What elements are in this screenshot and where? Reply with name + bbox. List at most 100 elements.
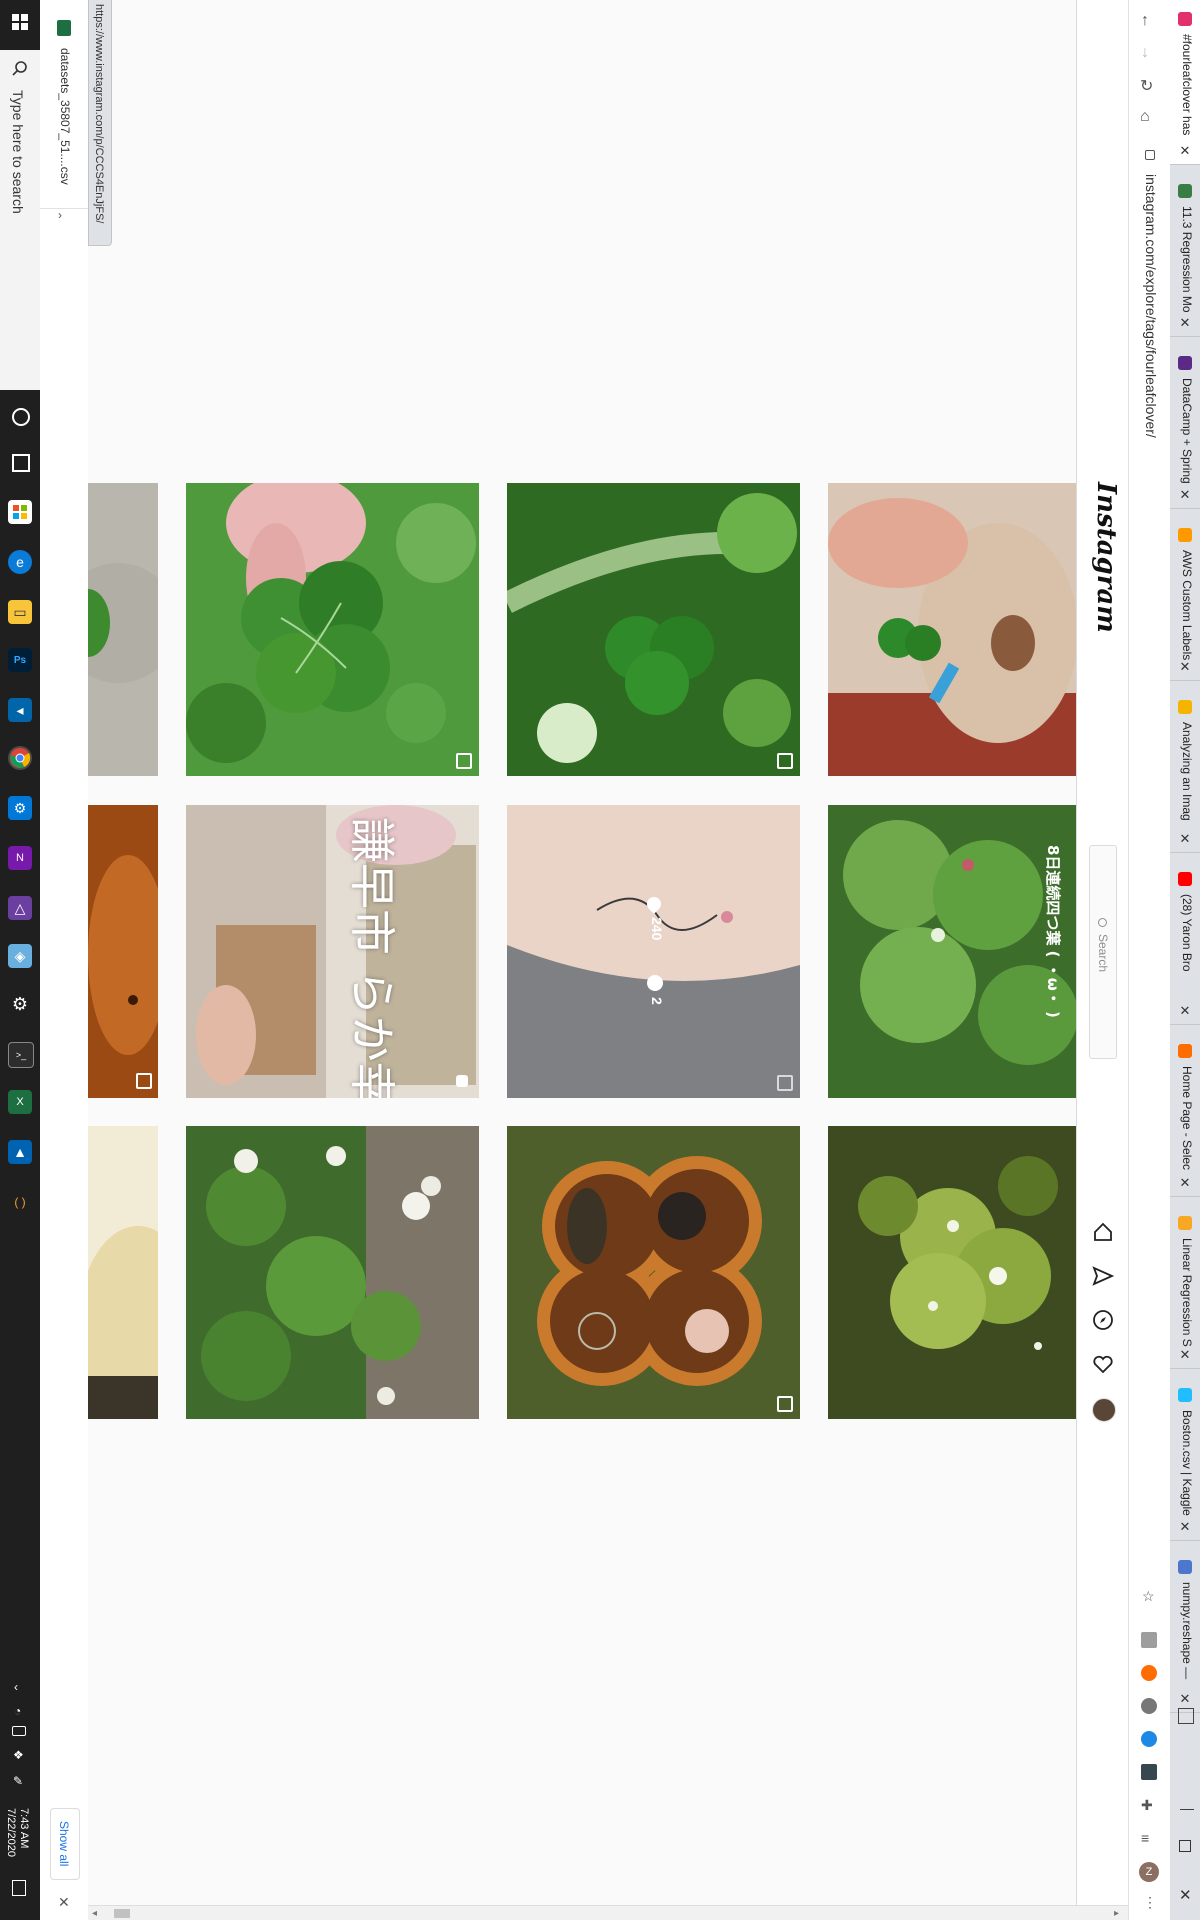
post-tile-clover-dish[interactable] — [507, 1126, 800, 1419]
store-icon[interactable] — [8, 500, 32, 524]
taskbar-search-box[interactable]: Type here to search — [0, 50, 41, 390]
extension-icon-3[interactable] — [1141, 1698, 1157, 1714]
photos-icon[interactable]: ▲ — [8, 1140, 32, 1164]
tab-close-icon[interactable]: ✕ — [1178, 1176, 1192, 1190]
task-view-icon[interactable] — [12, 454, 30, 472]
carousel-icon — [777, 753, 793, 769]
download-chevron-icon[interactable]: › — [58, 208, 62, 222]
post-tile-market-video[interactable]: 謙早市 らか幸盛賞 — [186, 805, 479, 1098]
extension-icon-1[interactable] — [1141, 1632, 1157, 1648]
settings-gear-app-icon[interactable]: ⚙ — [8, 796, 32, 820]
start-button[interactable] — [10, 12, 30, 32]
tab-close-icon[interactable]: ✕ — [1178, 1348, 1192, 1362]
address-bar[interactable]: instagram.com/explore/tags/fourleafclove… — [1133, 140, 1167, 1604]
show-all-button[interactable]: Show all — [50, 1808, 80, 1880]
horizontal-scrollbar[interactable]: ◂ ▸ — [88, 1905, 1128, 1920]
post-tile-clover-flowers[interactable] — [186, 1126, 479, 1419]
menu-kebab-icon[interactable]: ⋮ — [1143, 1894, 1157, 1911]
taskbar-clock[interactable]: 7:43 AM 7/22/2020 — [4, 1808, 30, 1857]
extension-icon-4[interactable] — [1141, 1731, 1157, 1747]
brackets-icon[interactable]: ( ) — [8, 1190, 32, 1214]
tab-2[interactable]: 11.3 Regression Mo ✕ — [1170, 172, 1200, 337]
bookmark-star-icon[interactable]: ☆ — [1142, 1588, 1155, 1605]
profile-avatar[interactable] — [1092, 1398, 1116, 1422]
post-image — [507, 1126, 800, 1419]
home-button[interactable]: ⌂ — [1140, 108, 1150, 126]
notification-center-icon[interactable] — [12, 1880, 26, 1896]
tab-favicon — [1178, 1044, 1192, 1058]
tab-close-icon[interactable]: ✕ — [1178, 316, 1192, 330]
post-overlay-text-2: 8日連続四つ葉 ( ・ω・ ) — [1044, 845, 1062, 1018]
anaconda-icon[interactable]: △ — [8, 896, 32, 920]
tab-close-icon[interactable]: ✕ — [1178, 1692, 1192, 1706]
tab-close-icon[interactable]: ✕ — [1178, 832, 1192, 846]
tab-10[interactable]: numpy.reshape — ✕ — [1170, 1548, 1200, 1713]
dropbox-icon[interactable]: ❖ — [13, 1748, 24, 1762]
tab-close-icon[interactable]: ✕ — [1178, 1520, 1192, 1534]
scrollbar-thumb[interactable] — [114, 1909, 130, 1918]
tab-close-icon[interactable]: ✕ — [1178, 488, 1192, 502]
settings-icon[interactable]: ⚙ — [8, 992, 32, 1016]
extension-icon-2[interactable] — [1141, 1665, 1157, 1681]
post-tile-clover-teddy[interactable] — [828, 483, 1076, 776]
post-tile-wrist-tattoo[interactable]: 240 2 — [507, 805, 800, 1098]
tab-close-icon[interactable]: ✕ — [1178, 660, 1192, 674]
close-download-bar-icon[interactable]: ✕ — [58, 1894, 70, 1911]
restore-button[interactable] — [1179, 1840, 1191, 1852]
post-image — [507, 483, 800, 776]
edge-icon[interactable]: e — [8, 550, 32, 574]
activity-heart-icon[interactable] — [1091, 1352, 1115, 1376]
post-tile-clover-dew[interactable] — [828, 1126, 1076, 1419]
paint-icon[interactable]: ◈ — [8, 944, 32, 968]
close-window-button[interactable]: ✕ — [1179, 1886, 1192, 1904]
reading-list-icon[interactable]: ≡ — [1141, 1830, 1149, 1846]
pen-icon[interactable]: ✎ — [13, 1774, 23, 1788]
instagram-logo[interactable]: Instagram — [1091, 482, 1121, 633]
search-input[interactable]: Search — [1089, 845, 1117, 1059]
tab-close-icon[interactable]: ✕ — [1178, 1004, 1192, 1018]
post-tile-clover-drops[interactable]: 8日連続四つ葉 ( ・ω・ ) — [828, 805, 1076, 1098]
excel-icon[interactable]: X — [8, 1090, 32, 1114]
tab-4[interactable]: AWS Custom Labels ✕ — [1170, 516, 1200, 681]
tab-title: DataCamp + Spring — [1180, 378, 1194, 484]
tab-8[interactable]: Linear Regression S ✕ — [1170, 1204, 1200, 1369]
scroll-left-arrow-icon[interactable]: ◂ — [92, 1908, 97, 1919]
tab-6[interactable]: (28) Yaron Bro ✕ — [1170, 860, 1200, 1025]
chrome-icon[interactable] — [8, 746, 32, 770]
scroll-right-arrow-icon[interactable]: ▸ — [1114, 1908, 1119, 1919]
tab-5[interactable]: Analyzing an Imag ✕ — [1170, 688, 1200, 853]
tab-9[interactable]: Boston.csv | Kaggle ✕ — [1170, 1376, 1200, 1541]
new-tab-button[interactable] — [1178, 1708, 1194, 1724]
back-button[interactable]: ↑ — [1141, 12, 1149, 30]
onenote-icon[interactable]: N — [8, 846, 32, 870]
download-item[interactable]: datasets_35807_51....csv › — [40, 8, 88, 222]
tab-1[interactable]: #fourleafclover has ✕ — [1170, 0, 1200, 165]
photoshop-icon[interactable]: Ps — [8, 648, 32, 672]
post-tile-partial-1[interactable] — [88, 483, 158, 776]
explore-compass-icon[interactable] — [1091, 1308, 1115, 1332]
vscode-icon[interactable]: ◂ — [8, 698, 32, 722]
tab-3[interactable]: DataCamp + Spring ✕ — [1170, 344, 1200, 509]
tab-strip: #fourleafclover has ✕ 11.3 Regression Mo… — [1170, 0, 1200, 1920]
tab-title: AWS Custom Labels — [1180, 550, 1194, 661]
post-tile-partial-2[interactable] — [88, 805, 158, 1098]
home-icon[interactable] — [1091, 1220, 1115, 1244]
post-tile-clover-hand[interactable] — [186, 483, 479, 776]
terminal-icon[interactable]: >_ — [8, 1042, 34, 1068]
profile-icon[interactable]: Z — [1139, 1862, 1159, 1882]
cortana-icon[interactable] — [12, 408, 30, 426]
tab-7[interactable]: Home Page - Selec ✕ — [1170, 1032, 1200, 1197]
direct-messages-icon[interactable] — [1091, 1264, 1115, 1288]
post-tile-partial-3[interactable] — [88, 1126, 158, 1419]
reload-button[interactable]: ↻ — [1140, 76, 1153, 96]
extensions-puzzle-icon[interactable]: ✚ — [1141, 1797, 1153, 1814]
forward-button[interactable]: ↓ — [1141, 44, 1149, 62]
tray-chevron-icon[interactable]: ‹ — [14, 1680, 18, 1694]
minimize-button[interactable]: — — [1180, 1800, 1194, 1816]
tab-close-icon[interactable]: ✕ — [1178, 144, 1192, 158]
wifi-icon[interactable]: ◔ — [14, 1704, 21, 1718]
extension-icon-5[interactable] — [1141, 1764, 1157, 1780]
file-explorer-icon[interactable]: ▭ — [8, 600, 32, 624]
battery-icon[interactable] — [12, 1726, 26, 1736]
post-tile-clover-grass[interactable] — [507, 483, 800, 776]
